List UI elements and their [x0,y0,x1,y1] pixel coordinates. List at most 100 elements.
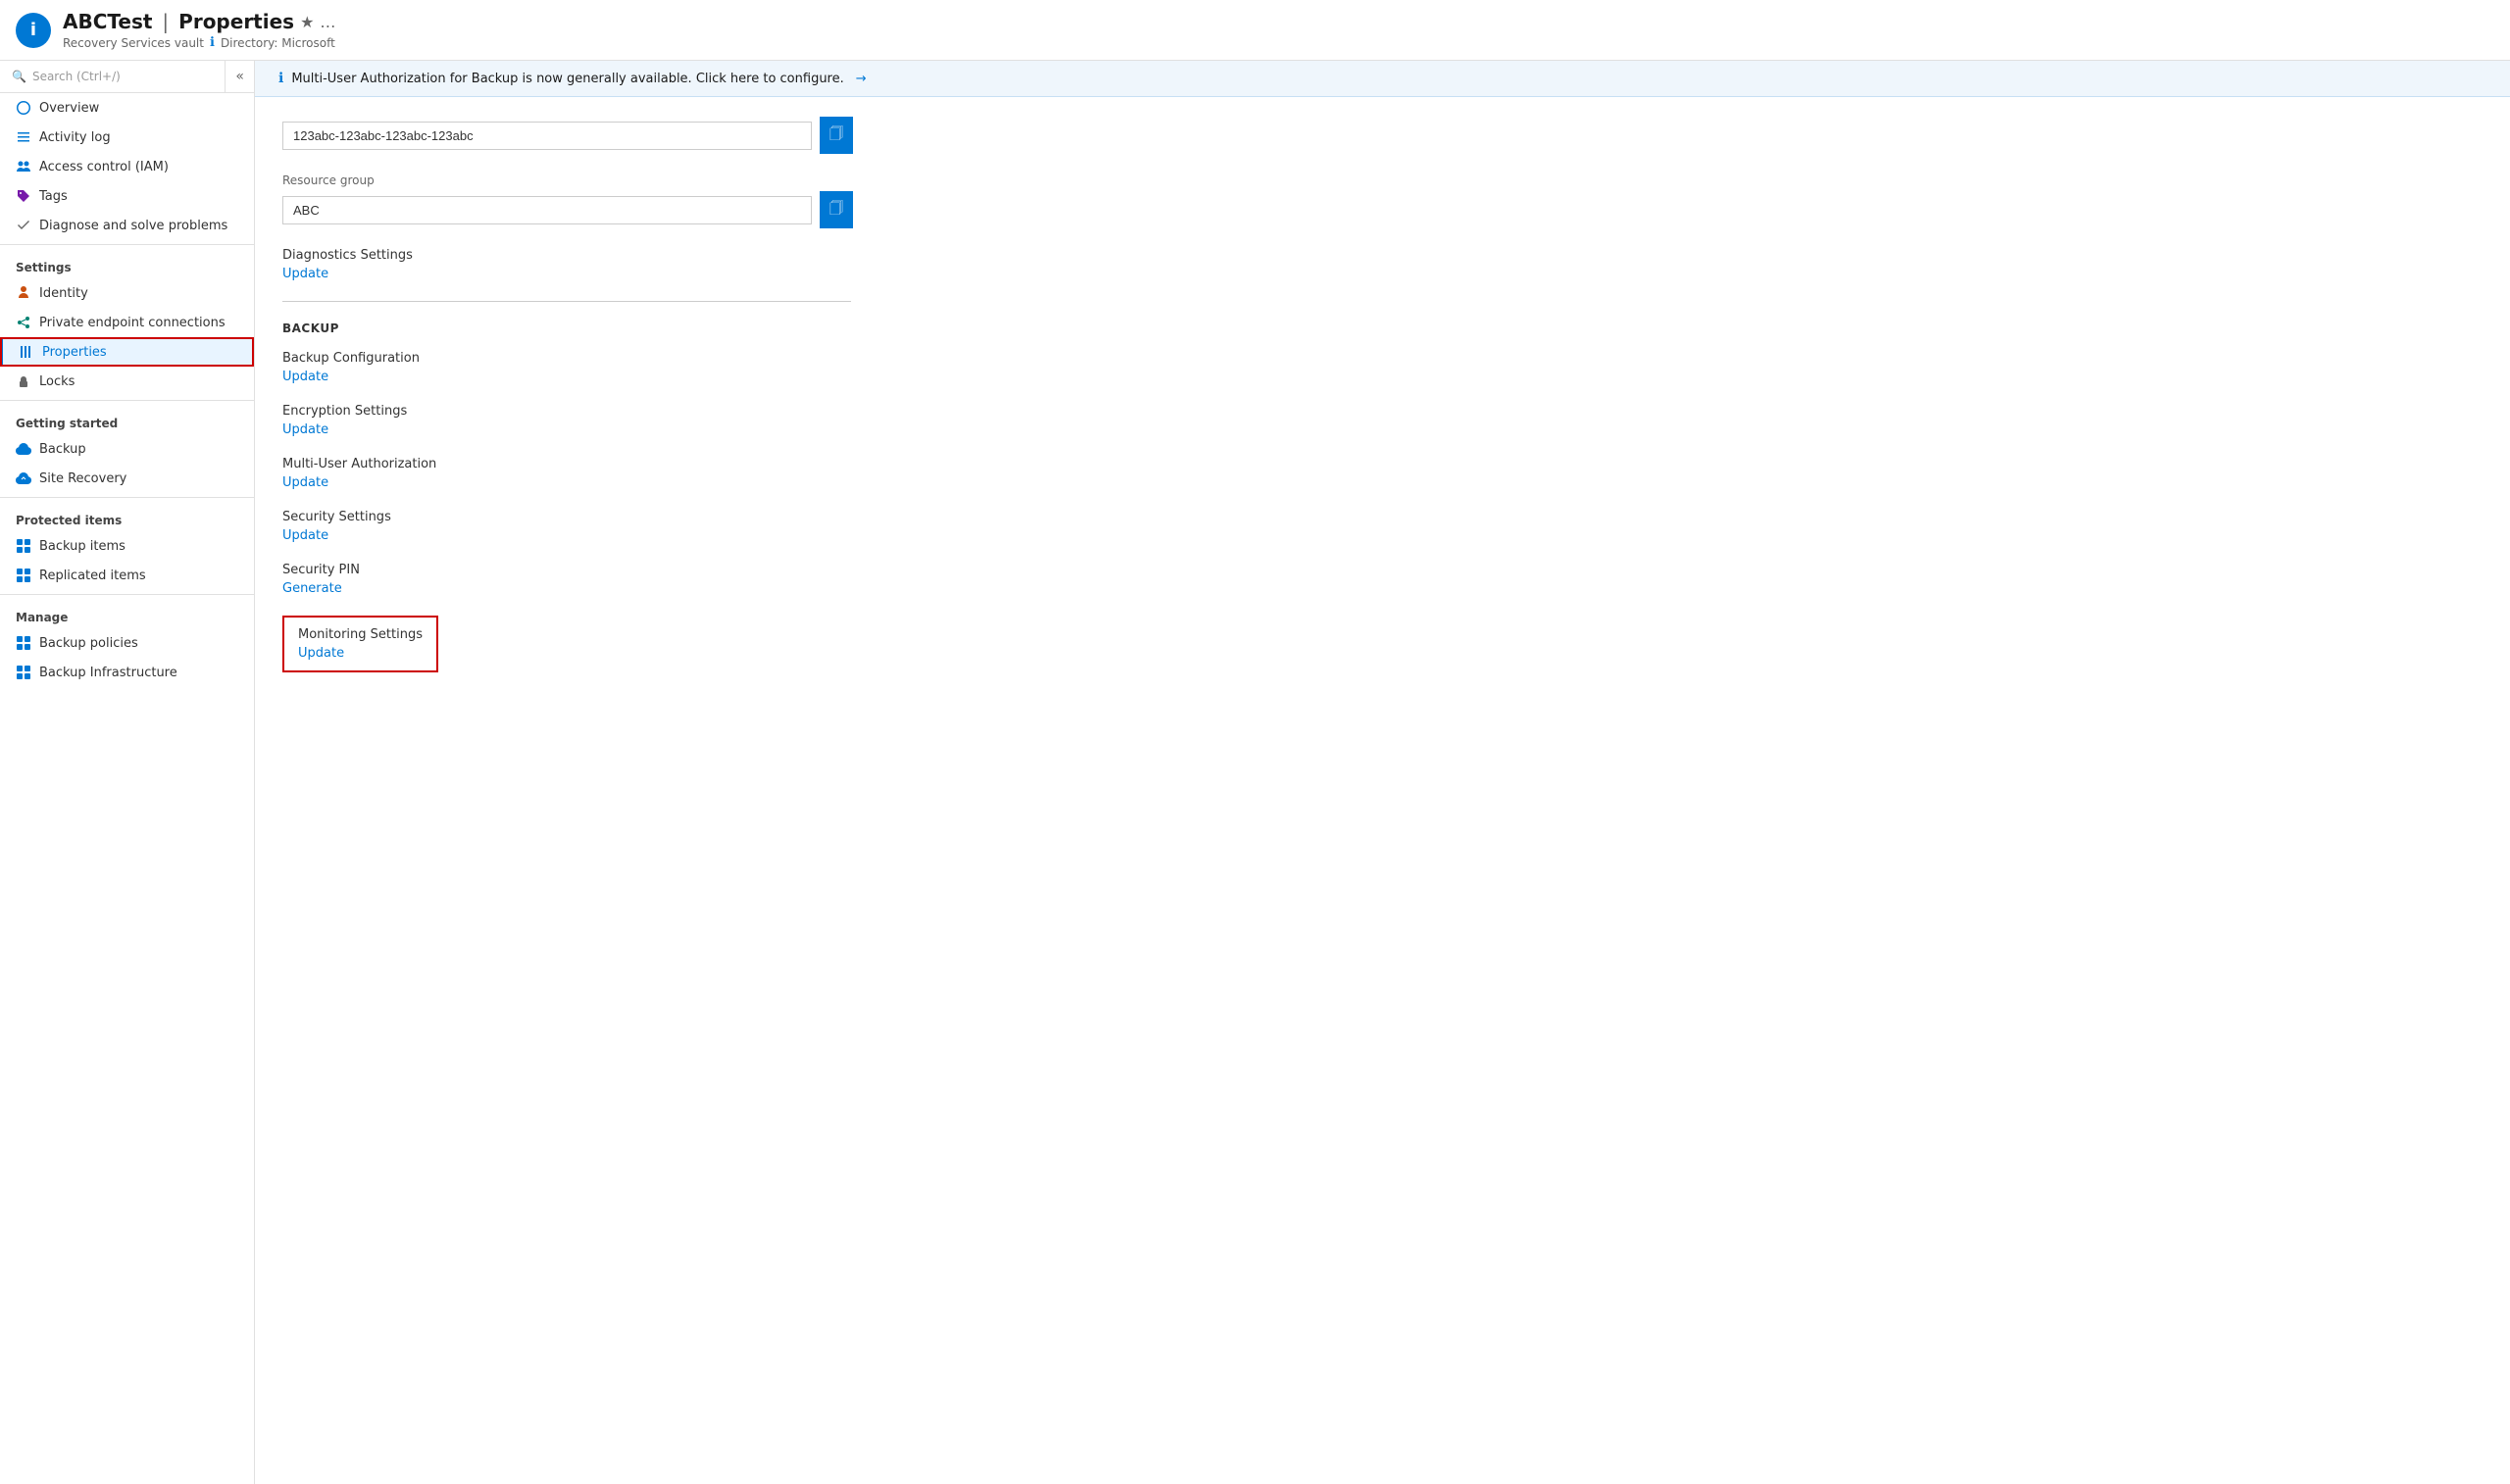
header-meta: Recovery Services vault ℹ Directory: Mic… [63,35,335,50]
more-options-icon[interactable]: … [320,13,335,31]
vault-icon: i [16,13,51,48]
sidebar-item-activity-log[interactable]: Activity log [0,123,254,152]
monitoring-settings-title: Monitoring Settings [298,627,423,642]
backup-policies-icon [16,635,31,651]
security-pin-generate-link[interactable]: Generate [282,581,342,596]
getting-started-divider [0,400,254,401]
identity-icon [16,285,31,301]
diagnostics-update-link[interactable]: Update [282,267,328,281]
sidebar-scroll: Overview Activity log Access control (IA… [0,93,254,687]
backup-configuration-title: Backup Configuration [282,351,2483,366]
banner-link[interactable]: → [856,72,867,86]
access-control-icon [16,159,31,174]
sidebar-item-properties[interactable]: Properties [0,337,254,367]
copy-resource-group-button[interactable]: 🗍 [820,191,853,228]
backup-configuration-item: Backup Configuration Update [282,351,2483,384]
page-name: Properties [178,10,294,33]
overview-label: Overview [39,101,99,116]
app-body: 🔍 Search (Ctrl+/) « Overview Activity lo… [0,61,2510,1484]
backup-label: Backup [39,442,86,457]
copy-icon: 🗍 [829,124,843,147]
multi-user-auth-update-link[interactable]: Update [282,475,328,490]
backup-items-icon [16,538,31,554]
overview-icon [16,100,31,116]
main-content: ℹ Multi-User Authorization for Backup is… [255,61,2510,1484]
sidebar-item-replicated-items[interactable]: Replicated items [0,561,254,590]
search-box[interactable]: 🔍 Search (Ctrl+/) [0,62,225,91]
sidebar-item-overview[interactable]: Overview [0,93,254,123]
subtitle-label: Recovery Services vault [63,36,204,50]
collapse-button[interactable]: « [225,61,254,92]
backup-section-heading: BACKUP [282,322,2483,335]
favorite-icon[interactable]: ★ [300,13,314,31]
sidebar-item-backup-policies[interactable]: Backup policies [0,628,254,658]
sidebar-item-backup[interactable]: Backup [0,434,254,464]
resource-group-input[interactable] [282,196,812,224]
security-settings-title: Security Settings [282,510,2483,524]
backup-infrastructure-label: Backup Infrastructure [39,666,177,680]
copy-icon-2: 🗍 [829,198,843,222]
sidebar-item-tags[interactable]: Tags [0,181,254,211]
backup-items-label: Backup items [39,539,126,554]
replicated-items-icon [16,568,31,583]
copy-resource-id-button[interactable]: 🗍 [820,117,853,154]
search-icon: 🔍 [12,70,26,83]
security-pin-item: Security PIN Generate [282,563,2483,596]
sidebar-item-backup-items[interactable]: Backup items [0,531,254,561]
directory-label: Directory: Microsoft [221,36,335,50]
sidebar-item-access-control[interactable]: Access control (IAM) [0,152,254,181]
encryption-settings-item: Encryption Settings Update [282,404,2483,437]
encryption-settings-update-link[interactable]: Update [282,422,328,437]
access-control-label: Access control (IAM) [39,160,169,174]
resource-group-field-group: Resource group 🗍 [282,173,2483,228]
manage-divider [0,594,254,595]
protected-items-section-label: Protected items [0,502,254,531]
banner-info-icon: ℹ [278,71,283,86]
settings-divider [0,244,254,245]
activity-log-icon [16,129,31,145]
backup-icon [16,441,31,457]
multi-user-auth-item: Multi-User Authorization Update [282,457,2483,490]
search-placeholder: Search (Ctrl+/) [32,70,121,83]
encryption-settings-title: Encryption Settings [282,404,2483,419]
tags-icon [16,188,31,204]
diagnostics-settings-title: Diagnostics Settings [282,248,2483,263]
protected-divider [0,497,254,498]
sidebar-item-diagnose[interactable]: Diagnose and solve problems [0,211,254,240]
sidebar-item-identity[interactable]: Identity [0,278,254,308]
sidebar-item-site-recovery[interactable]: Site Recovery [0,464,254,493]
sidebar-item-private-endpoint[interactable]: Private endpoint connections [0,308,254,337]
replicated-items-label: Replicated items [39,569,146,583]
backup-configuration-update-link[interactable]: Update [282,370,328,384]
getting-started-section-label: Getting started [0,405,254,434]
resource-group-label: Resource group [282,173,2483,187]
resource-id-field-group: 🗍 [282,117,2483,154]
backup-section-divider [282,301,851,302]
multi-user-auth-title: Multi-User Authorization [282,457,2483,471]
sidebar: 🔍 Search (Ctrl+/) « Overview Activity lo… [0,61,255,1484]
site-recovery-icon [16,470,31,486]
directory-info-icon: ℹ [210,35,215,50]
security-settings-update-link[interactable]: Update [282,528,328,543]
backup-infrastructure-icon [16,665,31,680]
backup-policies-label: Backup policies [39,636,138,651]
info-banner[interactable]: ℹ Multi-User Authorization for Backup is… [255,61,2510,97]
locks-icon [16,373,31,389]
monitoring-settings-box: Monitoring Settings Update [282,616,438,672]
private-endpoint-label: Private endpoint connections [39,316,226,330]
sidebar-item-backup-infrastructure[interactable]: Backup Infrastructure [0,658,254,687]
monitoring-settings-update-link[interactable]: Update [298,646,344,661]
resource-group-row: 🗍 [282,191,2483,228]
properties-icon [19,344,34,360]
diagnose-icon [16,218,31,233]
security-settings-item: Security Settings Update [282,510,2483,543]
settings-section-label: Settings [0,249,254,278]
activity-log-label: Activity log [39,130,111,145]
locks-label: Locks [39,374,75,389]
resource-id-input[interactable] [282,122,812,150]
sidebar-search-row: 🔍 Search (Ctrl+/) « [0,61,254,93]
diagnostics-settings-item: Diagnostics Settings Update [282,248,2483,281]
banner-text: Multi-User Authorization for Backup is n… [291,72,843,86]
sidebar-item-locks[interactable]: Locks [0,367,254,396]
page-header: i ABCTest | Properties ★ … Recovery Serv… [0,0,2510,61]
